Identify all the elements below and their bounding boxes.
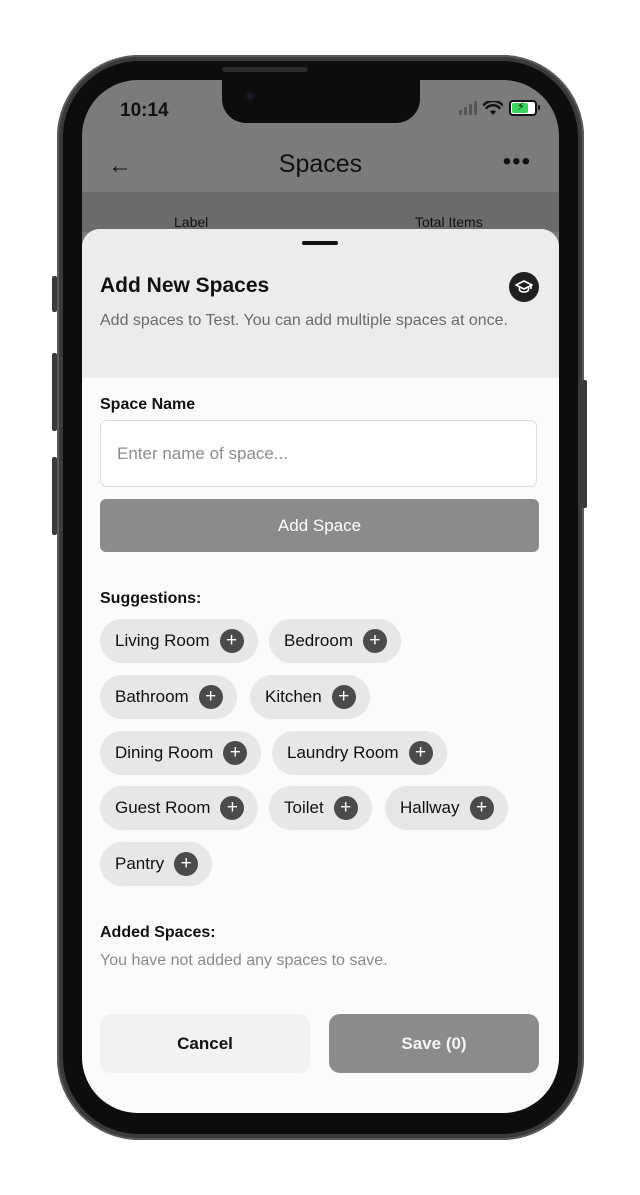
sheet-header: Add New Spaces Add spaces to Test. You c… xyxy=(82,229,559,378)
earpiece-speaker xyxy=(222,67,308,72)
plus-icon: + xyxy=(331,685,356,709)
status-icons: ⚡ xyxy=(459,100,540,116)
suggestion-chip-dining-room[interactable]: Dining Room + xyxy=(100,731,262,775)
plus-icon: + xyxy=(469,796,494,820)
space-name-input[interactable] xyxy=(100,420,537,487)
graduation-cap-glyph xyxy=(515,280,533,293)
cancel-button[interactable]: Cancel xyxy=(100,1014,310,1073)
chip-label: Hallway xyxy=(400,798,460,817)
plus-icon: + xyxy=(198,685,223,709)
plus-icon: + xyxy=(174,852,199,876)
suggestion-chip-hallway[interactable]: Hallway + xyxy=(385,786,508,830)
page-title: Spaces xyxy=(278,150,363,178)
top-navigation: ← Spaces ••• xyxy=(82,140,559,190)
plus-icon: + xyxy=(408,741,433,765)
suggestion-chip-bedroom[interactable]: Bedroom + xyxy=(269,619,401,663)
screen: 10:14 ⚡ ← Spaces ••• Label Total Items A… xyxy=(82,80,559,1113)
save-button[interactable]: Save (0) xyxy=(329,1014,539,1073)
signal-icon xyxy=(459,101,477,115)
sheet-title: Add New Spaces xyxy=(100,274,270,297)
wifi-icon xyxy=(483,100,503,115)
chip-label: Pantry xyxy=(115,854,165,873)
graduation-cap-icon[interactable] xyxy=(509,272,539,302)
chip-label: Kitchen xyxy=(265,687,322,706)
column-header-label: Label xyxy=(174,214,209,230)
column-header-total-items: Total Items xyxy=(415,214,483,230)
add-spaces-bottom-sheet: Add New Spaces Add spaces to Test. You c… xyxy=(82,229,559,1113)
plus-icon: + xyxy=(219,629,244,653)
notch xyxy=(222,80,420,123)
chip-label: Guest Room xyxy=(115,798,211,817)
plus-icon: + xyxy=(223,741,248,765)
chip-label: Living Room xyxy=(115,631,210,650)
more-options-icon[interactable]: ••• xyxy=(503,148,531,176)
power-button xyxy=(582,380,587,508)
suggestion-chip-toilet[interactable]: Toilet + xyxy=(269,786,372,830)
volume-up-button xyxy=(52,353,57,431)
space-name-label: Space Name xyxy=(100,396,196,413)
volume-down-button xyxy=(52,457,57,535)
table-header: Label Total Items xyxy=(82,192,559,232)
suggestion-chip-kitchen[interactable]: Kitchen + xyxy=(250,675,370,719)
sheet-grabber-handle[interactable] xyxy=(302,241,338,245)
camera-icon xyxy=(244,90,256,102)
chip-label: Dining Room xyxy=(115,743,214,762)
battery-charging-icon: ⚡ xyxy=(509,100,540,116)
suggestion-chip-laundry-room[interactable]: Laundry Room + xyxy=(272,731,447,775)
suggestion-chip-pantry[interactable]: Pantry + xyxy=(100,842,213,886)
plus-icon: + xyxy=(333,796,358,820)
status-time: 10:14 xyxy=(120,100,169,121)
mute-switch xyxy=(52,276,57,312)
suggestion-chip-guest-room[interactable]: Guest Room + xyxy=(100,786,259,830)
add-space-button[interactable]: Add Space xyxy=(100,499,539,552)
sheet-subtitle: Add spaces to Test. You can add multiple… xyxy=(100,312,508,329)
added-spaces-empty-message: You have not added any spaces to save. xyxy=(100,952,388,969)
chip-label: Bathroom xyxy=(115,687,189,706)
suggestion-chip-bathroom[interactable]: Bathroom + xyxy=(100,675,237,719)
chip-label: Laundry Room xyxy=(287,743,399,762)
added-spaces-title: Added Spaces: xyxy=(100,924,216,941)
plus-icon: + xyxy=(220,796,245,820)
chip-label: Toilet xyxy=(284,798,324,817)
suggestion-chip-living-room[interactable]: Living Room + xyxy=(100,619,258,663)
suggestions-title: Suggestions: xyxy=(100,590,202,607)
chip-label: Bedroom xyxy=(284,631,353,650)
plus-icon: + xyxy=(362,629,387,653)
